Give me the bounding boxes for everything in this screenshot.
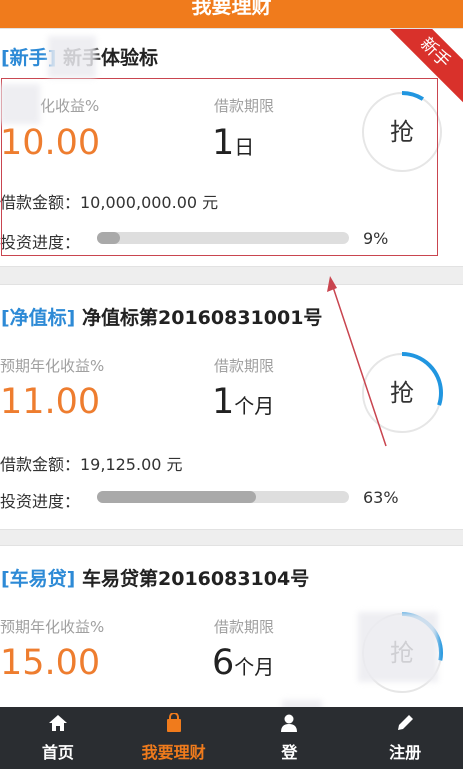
term-unit: 日	[234, 135, 255, 159]
rate-label: 预期年化收益%	[0, 357, 105, 375]
tab-label: 注册	[389, 743, 422, 762]
grab-label: 抢	[390, 379, 414, 407]
home-icon	[48, 715, 67, 731]
loan-tag-end: ]	[47, 47, 57, 69]
progress-label: 投资进度：	[0, 492, 81, 511]
tab-register[interactable]: 注册	[347, 707, 463, 769]
amount-line: 借款金额：19,125.00 元	[0, 455, 183, 474]
grab-button[interactable]: 抢	[361, 91, 443, 173]
loan-title: [净值标] 净值标第20160831001号	[1, 303, 322, 330]
page-title: 我要理财	[191, 0, 272, 18]
progress-fill	[97, 491, 256, 503]
progress-fill	[97, 232, 120, 244]
term-value: 1日	[212, 123, 254, 163]
tab-invest[interactable]: 我要理财	[116, 707, 232, 769]
loan-name: 新手体验标	[63, 47, 159, 69]
bottom-tab-bar: 首页 我要理财 登 注册	[0, 707, 463, 769]
term-number: 6	[212, 643, 235, 683]
loan-title: [新手] 新手体验标	[1, 43, 158, 70]
rate-value: 15.00	[0, 643, 101, 683]
term-value: 6个月	[212, 643, 274, 683]
term-label: 借款期限	[214, 97, 275, 115]
loan-tag: [净值标]	[1, 307, 76, 329]
bag-icon	[166, 713, 181, 732]
term-number: 1	[212, 123, 235, 163]
rate-value: 11.00	[0, 382, 101, 422]
tab-label: 首页	[41, 743, 74, 762]
progress-percent: 63%	[363, 488, 399, 507]
loan-name: 净值标第20160831001号	[82, 307, 323, 329]
progress-bar	[97, 232, 349, 244]
header-bar: 我要理财	[0, 0, 463, 28]
loan-name: 车易贷第2016083104号	[82, 568, 310, 590]
progress-bar	[97, 491, 349, 503]
tab-label: 我要理财	[141, 743, 206, 762]
pencil-icon	[398, 715, 414, 730]
term-label: 借款期限	[214, 618, 275, 636]
amount-line: 借款金额：10,000,000.00 元	[0, 193, 219, 212]
loan-tag: [车易贷]	[1, 568, 76, 590]
term-unit: 个月	[234, 394, 275, 418]
progress-label: 投资进度：	[0, 233, 81, 252]
term-number: 1	[212, 382, 235, 422]
rate-label: 化收益%	[40, 97, 100, 115]
rate-value: 10.00	[0, 123, 101, 163]
loan-card-car[interactable]: [车易贷] 车易贷第2016083104号 预期年化收益% 15.00 借款期限…	[0, 545, 463, 715]
term-unit: 个月	[234, 655, 275, 679]
grab-label: 抢	[390, 118, 414, 146]
term-label: 借款期限	[214, 357, 275, 375]
rate-label: 预期年化收益%	[0, 618, 105, 636]
loan-card-networth[interactable]: [净值标] 净值标第20160831001号 预期年化收益% 11.00 借款期…	[0, 284, 463, 530]
tab-home[interactable]: 首页	[0, 707, 116, 769]
loan-tag: [新手	[1, 47, 48, 69]
loan-title: [车易贷] 车易贷第2016083104号	[1, 564, 309, 591]
loan-card-newbie[interactable]: [新手] 新手体验标 化收益% 10.00 借款期限 1日 抢 借款金额：10,…	[0, 28, 463, 267]
user-icon	[281, 714, 298, 732]
tab-label: 登	[281, 743, 298, 762]
grab-label: 抢	[390, 639, 414, 667]
grab-button[interactable]: 抢	[361, 352, 443, 434]
tab-login[interactable]: 登	[232, 707, 348, 769]
term-value: 1个月	[212, 382, 274, 422]
grab-button[interactable]: 抢	[361, 612, 443, 694]
progress-percent: 9%	[363, 229, 389, 248]
